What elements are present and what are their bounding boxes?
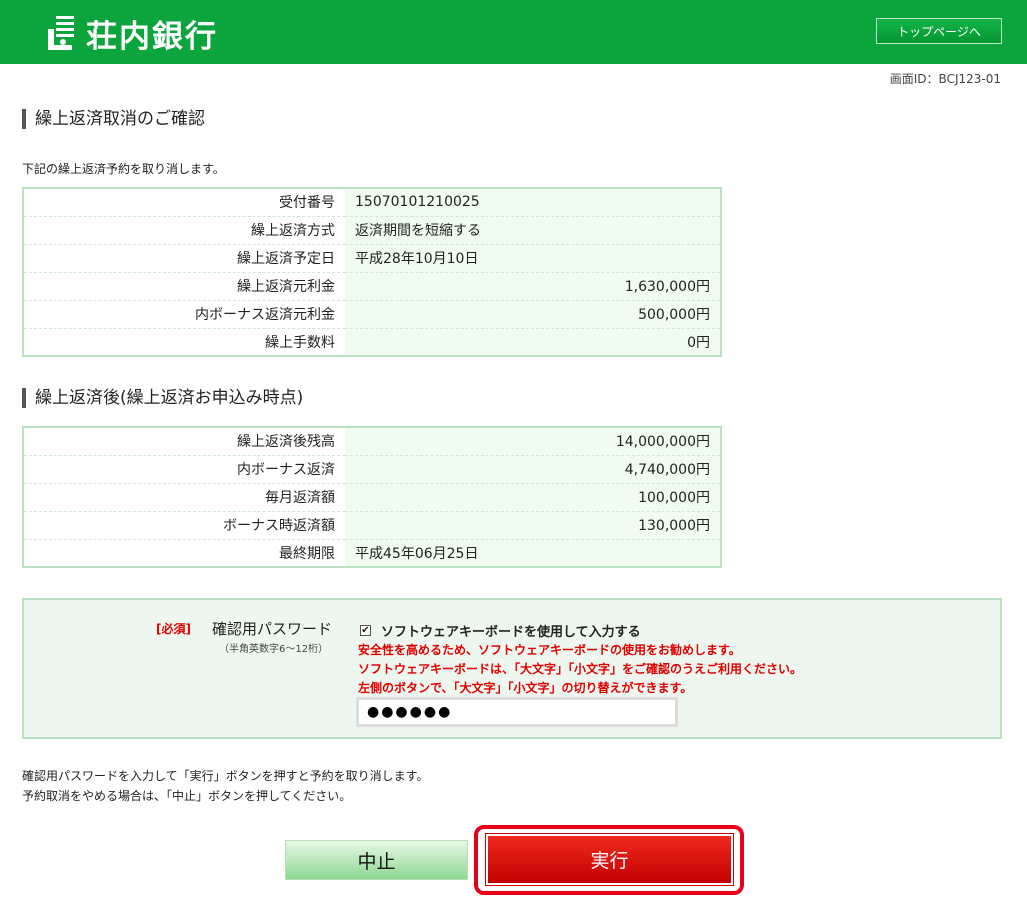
top-page-button[interactable]: トップページへ <box>876 18 1002 44</box>
row-value: 返済期間を短縮する <box>345 216 721 245</box>
row-value: 0円 <box>345 328 721 356</box>
instruction-text: 予約取消をやめる場合は、「中止」ボタンを押してください。 <box>22 789 352 803</box>
section-title-cancel-confirm: 繰上返済取消のご確認 <box>22 109 205 129</box>
section-title-after-prepayment: 繰上返済後(繰上返済お申込み時点) <box>22 388 303 408</box>
bank-logo[interactable]: 荘内銀行 <box>46 14 218 55</box>
row-value: 平成45年06月25日 <box>345 539 721 567</box>
execute-button[interactable]: 実行 <box>485 833 734 886</box>
table-row: 受付番号 15070101210025 <box>23 188 721 217</box>
row-value: 100,000円 <box>345 483 721 512</box>
row-value: 500,000円 <box>345 300 721 329</box>
row-value: 14,000,000円 <box>345 427 721 456</box>
keyboard-warning: 安全性を高めるため、ソフトウェアキーボードの使用をお勧めします。 <box>358 643 741 657</box>
header-bar: 荘内銀行 トップページへ <box>0 0 1027 64</box>
after-prepayment-table: 繰上返済後残高 14,000,000円 内ボーナス返済 4,740,000円 毎… <box>22 426 722 568</box>
table-row: 繰上返済予定日 平成28年10月10日 <box>23 244 721 273</box>
row-label: 最終期限 <box>23 539 345 567</box>
reservation-details-table: 受付番号 15070101210025 繰上返済方式 返済期間を短縮する 繰上返… <box>22 187 722 357</box>
software-keyboard-label[interactable]: ソフトウェアキーボードを使用して入力する <box>381 621 641 640</box>
row-value: 130,000円 <box>345 511 721 540</box>
table-row: ボーナス時返済額 130,000円 <box>23 511 721 540</box>
password-input[interactable] <box>356 697 678 727</box>
row-label: 繰上返済後残高 <box>23 427 345 456</box>
row-label: 繰上返済予定日 <box>23 244 345 273</box>
software-keyboard-checkbox[interactable]: ✔ <box>360 625 371 636</box>
row-value: 平成28年10月10日 <box>345 244 721 273</box>
keyboard-warning: ソフトウェアキーボードは、「大文字」「小文字」をご確認のうえご利用ください。 <box>358 662 803 676</box>
password-sublabel: （半角英数字6～12桁） <box>219 644 329 655</box>
keyboard-warning: 左側のボタンで、「大文字」「小文字」の切り替えができます。 <box>358 681 693 695</box>
row-value: 4,740,000円 <box>345 455 721 484</box>
row-label: 受付番号 <box>23 188 345 217</box>
intro-text: 下記の繰上返済予約を取り消します。 <box>22 162 225 176</box>
table-row: 最終期限 平成45年06月25日 <box>23 539 721 567</box>
required-badge: [必須] <box>156 622 191 636</box>
row-label: 繰上返済方式 <box>23 216 345 245</box>
table-row: 繰上手数料 0円 <box>23 328 721 356</box>
software-keyboard-option[interactable]: ✔ ソフトウェアキーボードを使用して入力する <box>360 621 641 640</box>
password-label: 確認用パスワード <box>212 620 333 638</box>
table-row: 繰上返済方式 返済期間を短縮する <box>23 216 721 245</box>
row-label: 内ボーナス返済 <box>23 455 345 484</box>
row-label: 毎月返済額 <box>23 483 345 512</box>
table-row: 内ボーナス返済 4,740,000円 <box>23 455 721 484</box>
row-label: 繰上手数料 <box>23 328 345 356</box>
row-label: 繰上返済元利金 <box>23 272 345 301</box>
table-row: 毎月返済額 100,000円 <box>23 483 721 512</box>
screen-id: 画面ID：BCJ123-01 <box>889 72 1001 86</box>
row-label: 内ボーナス返済元利金 <box>23 300 345 329</box>
row-value: 1,630,000円 <box>345 272 721 301</box>
table-row: 繰上返済後残高 14,000,000円 <box>23 427 721 456</box>
password-panel: [必須] 確認用パスワード （半角英数字6～12桁） ✔ ソフトウェアキーボード… <box>22 598 1002 739</box>
bank-name: 荘内銀行 <box>86 18 218 55</box>
table-row: 内ボーナス返済元利金 500,000円 <box>23 300 721 329</box>
instruction-text: 確認用パスワードを入力して「実行」ボタンを押すと予約を取り消します。 <box>22 769 429 783</box>
table-row: 繰上返済元利金 1,630,000円 <box>23 272 721 301</box>
row-label: ボーナス時返済額 <box>23 511 345 540</box>
row-value: 15070101210025 <box>345 188 721 217</box>
cancel-button[interactable]: 中止 <box>285 840 468 880</box>
bank-logo-icon <box>48 16 74 50</box>
